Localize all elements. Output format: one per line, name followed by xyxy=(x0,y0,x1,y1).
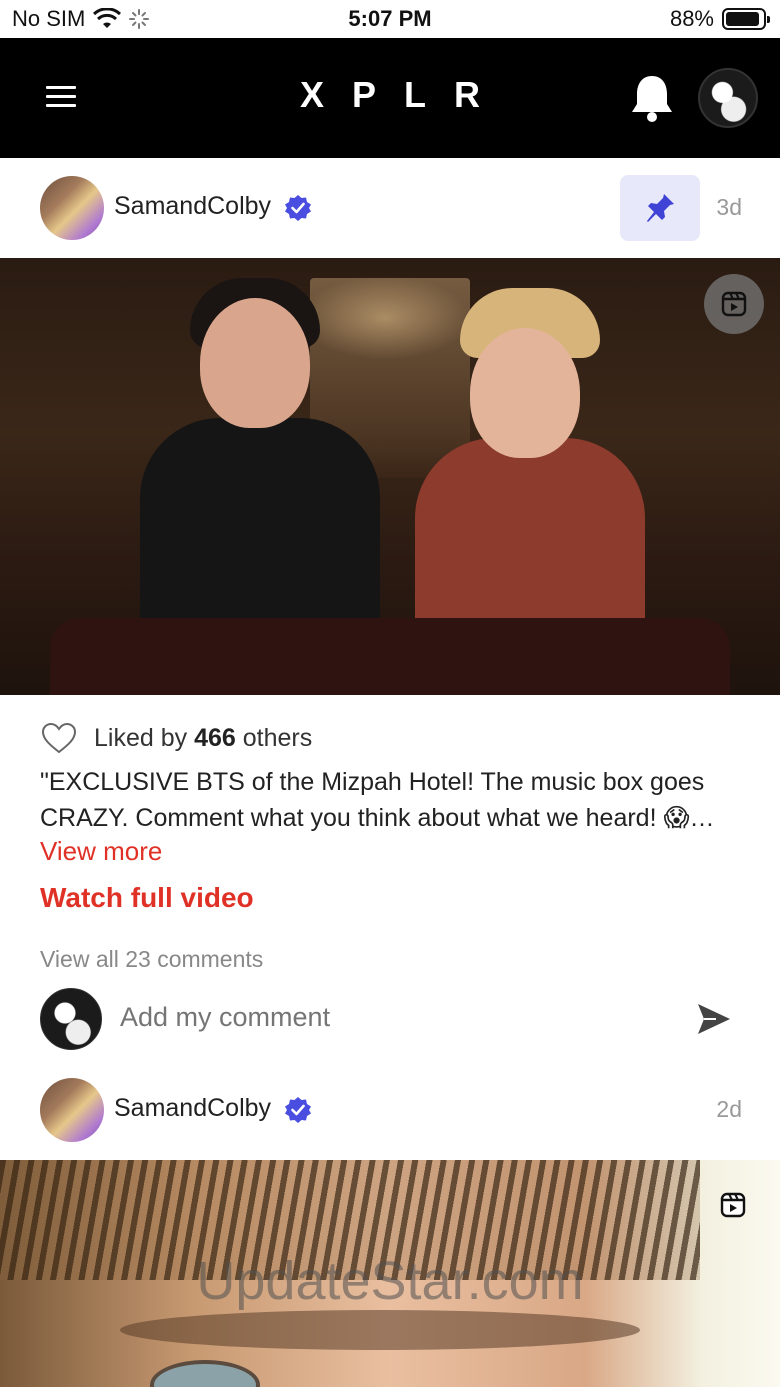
video-badge[interactable] xyxy=(704,274,764,334)
author-name[interactable]: SamandColby xyxy=(114,1094,271,1123)
sofa xyxy=(50,618,730,695)
pin-icon xyxy=(647,194,674,222)
status-time: 5:07 PM xyxy=(348,6,432,31)
post-media[interactable]: UpdateStar.com xyxy=(0,1160,780,1387)
eyebrow xyxy=(120,1310,640,1350)
eye xyxy=(150,1360,260,1387)
video-reel-icon xyxy=(721,291,747,317)
watermark: UpdateStar.com xyxy=(196,1251,584,1311)
author-name[interactable]: SamandColby xyxy=(114,192,271,221)
view-all-comments-link[interactable]: View all 23 comments xyxy=(40,946,263,973)
post-header: SamandColby 3d xyxy=(0,158,780,258)
comment-row xyxy=(0,988,780,1052)
author-avatar[interactable] xyxy=(40,176,104,240)
status-bar: No SIM 5:07 PM 88% xyxy=(0,0,780,38)
bell-icon[interactable] xyxy=(628,72,676,124)
likes-prefix: Liked by xyxy=(94,723,188,752)
verified-badge-icon xyxy=(285,1097,311,1123)
battery-icon xyxy=(722,8,770,30)
like-row: Liked by 466 others xyxy=(40,718,312,758)
status-right: 88% xyxy=(669,6,770,32)
likes-text: Liked by 466 others xyxy=(94,724,312,753)
post-header: SamandColby 2d xyxy=(0,1060,780,1160)
author-avatar[interactable] xyxy=(40,1078,104,1142)
profile-avatar[interactable] xyxy=(698,68,758,128)
person-left-head xyxy=(200,298,310,428)
person-right-head xyxy=(470,328,580,458)
post-media[interactable] xyxy=(0,258,780,695)
likes-count: 466 xyxy=(194,723,236,752)
verified-badge-icon xyxy=(285,195,311,221)
battery-percent: 88% xyxy=(669,6,714,31)
view-more-link[interactable]: View more xyxy=(40,836,162,867)
pin-button[interactable] xyxy=(620,175,700,241)
post-age: 2d xyxy=(716,1096,742,1122)
heart-icon[interactable] xyxy=(40,721,78,755)
video-reel-icon[interactable] xyxy=(720,1192,746,1218)
post-caption: "EXCLUSIVE BTS of the Mizpah Hotel! The … xyxy=(40,768,715,832)
send-icon[interactable] xyxy=(696,1002,732,1036)
likes-suffix: others xyxy=(242,723,313,752)
watch-full-video-link[interactable]: Watch full video xyxy=(40,882,254,914)
comment-input[interactable] xyxy=(120,1002,660,1033)
app-header: XPLR xyxy=(0,38,780,158)
post-age: 3d xyxy=(716,194,742,220)
my-avatar xyxy=(40,988,102,1050)
